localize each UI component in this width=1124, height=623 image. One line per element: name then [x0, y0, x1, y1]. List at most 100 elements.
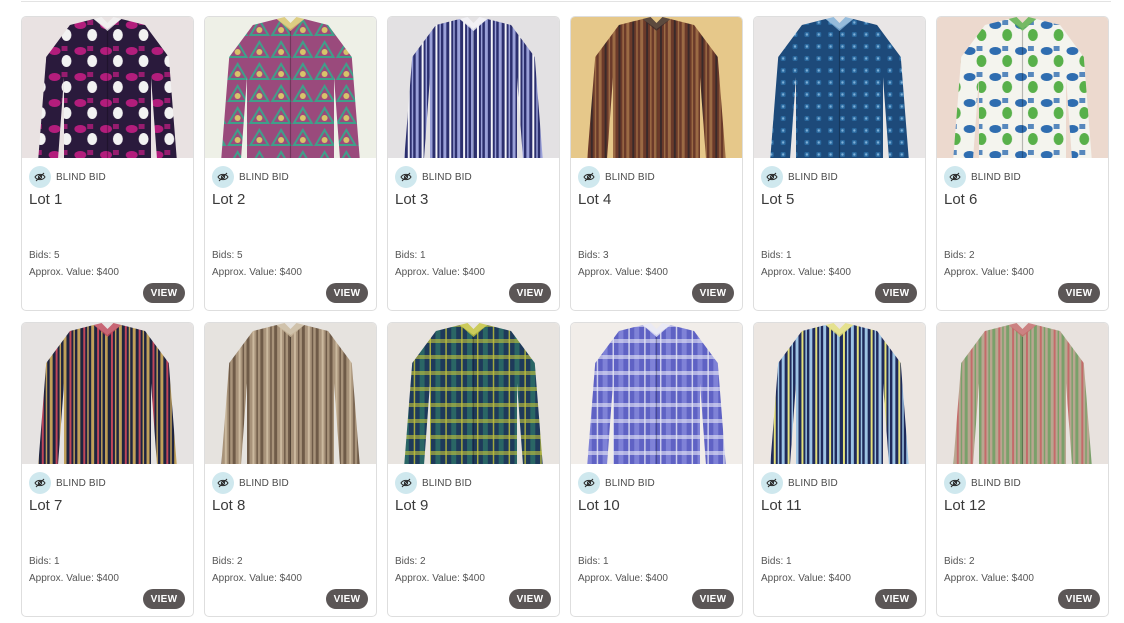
lot-card[interactable]: BLIND BID Lot 9 Bids: 2 Approx. Value: $…	[387, 322, 560, 617]
view-button[interactable]: VIEW	[1058, 283, 1100, 303]
lot-title[interactable]: Lot 2	[212, 191, 245, 208]
approx-value: Approx. Value: $400	[944, 267, 1034, 278]
shirt-illustration	[571, 17, 742, 158]
lot-title[interactable]: Lot 6	[944, 191, 977, 208]
eye-slash-icon	[29, 166, 51, 188]
approx-value: Approx. Value: $400	[578, 573, 668, 584]
lot-image[interactable]	[937, 323, 1108, 464]
lot-title[interactable]: Lot 3	[395, 191, 428, 208]
lot-card[interactable]: BLIND BID Lot 3 Bids: 1 Approx. Value: $…	[387, 16, 560, 311]
lot-title[interactable]: Lot 7	[29, 497, 62, 514]
bid-count: Bids: 2	[212, 556, 243, 567]
top-divider	[21, 1, 1111, 2]
lot-card[interactable]: BLIND BID Lot 11 Bids: 1 Approx. Value: …	[753, 322, 926, 617]
lot-card[interactable]: BLIND BID Lot 1 Bids: 5 Approx. Value: $…	[21, 16, 194, 311]
lot-image[interactable]	[205, 17, 376, 158]
approx-value: Approx. Value: $400	[29, 573, 119, 584]
lot-title[interactable]: Lot 10	[578, 497, 620, 514]
lot-title[interactable]: Lot 4	[578, 191, 611, 208]
bid-count: Bids: 1	[395, 250, 426, 261]
approx-value: Approx. Value: $400	[395, 573, 485, 584]
shirt-illustration	[205, 17, 376, 158]
lot-title[interactable]: Lot 1	[29, 191, 62, 208]
approx-value: Approx. Value: $400	[944, 573, 1034, 584]
lot-title[interactable]: Lot 8	[212, 497, 245, 514]
eye-slash-icon	[29, 472, 51, 494]
approx-value: Approx. Value: $400	[761, 573, 851, 584]
lot-card[interactable]: BLIND BID Lot 10 Bids: 1 Approx. Value: …	[570, 322, 743, 617]
blind-bid-badge: BLIND BID	[212, 166, 289, 188]
approx-value: Approx. Value: $400	[395, 267, 485, 278]
lot-image[interactable]	[571, 323, 742, 464]
lot-card[interactable]: BLIND BID Lot 4 Bids: 3 Approx. Value: $…	[570, 16, 743, 311]
lot-image[interactable]	[754, 323, 925, 464]
approx-value: Approx. Value: $400	[212, 573, 302, 584]
eye-slash-icon	[212, 166, 234, 188]
lot-card[interactable]: BLIND BID Lot 2 Bids: 5 Approx. Value: $…	[204, 16, 377, 311]
lot-image[interactable]	[754, 17, 925, 158]
badge-label: BLIND BID	[422, 477, 472, 489]
eye-slash-icon	[395, 472, 417, 494]
view-button[interactable]: VIEW	[143, 589, 185, 609]
lot-image[interactable]	[205, 323, 376, 464]
lot-card[interactable]: BLIND BID Lot 8 Bids: 2 Approx. Value: $…	[204, 322, 377, 617]
view-button[interactable]: VIEW	[692, 283, 734, 303]
lot-image[interactable]	[22, 17, 193, 158]
eye-slash-icon	[212, 472, 234, 494]
bid-count: Bids: 1	[761, 556, 792, 567]
badge-label: BLIND BID	[788, 477, 838, 489]
approx-value: Approx. Value: $400	[578, 267, 668, 278]
view-button[interactable]: VIEW	[326, 589, 368, 609]
bid-count: Bids: 1	[578, 556, 609, 567]
lot-card[interactable]: BLIND BID Lot 12 Bids: 2 Approx. Value: …	[936, 322, 1109, 617]
view-button[interactable]: VIEW	[509, 283, 551, 303]
blind-bid-badge: BLIND BID	[761, 472, 838, 494]
lot-card[interactable]: BLIND BID Lot 5 Bids: 1 Approx. Value: $…	[753, 16, 926, 311]
shirt-illustration	[937, 323, 1108, 464]
shirt-illustration	[937, 17, 1108, 158]
bid-count: Bids: 1	[761, 250, 792, 261]
view-button[interactable]: VIEW	[143, 283, 185, 303]
lot-title[interactable]: Lot 12	[944, 497, 986, 514]
lot-title[interactable]: Lot 9	[395, 497, 428, 514]
lot-card[interactable]: BLIND BID Lot 6 Bids: 2 Approx. Value: $…	[936, 16, 1109, 311]
shirt-illustration	[754, 323, 925, 464]
view-button[interactable]: VIEW	[509, 589, 551, 609]
lot-image[interactable]	[22, 323, 193, 464]
shirt-illustration	[388, 323, 559, 464]
shirt-illustration	[754, 17, 925, 158]
badge-label: BLIND BID	[605, 171, 655, 183]
eye-slash-icon	[578, 472, 600, 494]
badge-label: BLIND BID	[605, 477, 655, 489]
lot-title[interactable]: Lot 11	[761, 497, 802, 514]
shirt-illustration	[571, 323, 742, 464]
shirt-illustration	[22, 17, 193, 158]
lot-image[interactable]	[388, 323, 559, 464]
eye-slash-icon	[578, 166, 600, 188]
eye-slash-icon	[944, 472, 966, 494]
view-button[interactable]: VIEW	[875, 589, 917, 609]
bid-count: Bids: 2	[944, 250, 975, 261]
lot-image[interactable]	[388, 17, 559, 158]
blind-bid-badge: BLIND BID	[578, 472, 655, 494]
approx-value: Approx. Value: $400	[29, 267, 119, 278]
blind-bid-badge: BLIND BID	[395, 472, 472, 494]
badge-label: BLIND BID	[56, 171, 106, 183]
eye-slash-icon	[761, 472, 783, 494]
view-button[interactable]: VIEW	[692, 589, 734, 609]
badge-label: BLIND BID	[56, 477, 106, 489]
lot-image[interactable]	[937, 17, 1108, 158]
eye-slash-icon	[944, 166, 966, 188]
badge-label: BLIND BID	[971, 171, 1021, 183]
blind-bid-badge: BLIND BID	[212, 472, 289, 494]
lot-title[interactable]: Lot 5	[761, 191, 794, 208]
badge-label: BLIND BID	[239, 477, 289, 489]
bid-count: Bids: 3	[578, 250, 609, 261]
lot-card[interactable]: BLIND BID Lot 7 Bids: 1 Approx. Value: $…	[21, 322, 194, 617]
view-button[interactable]: VIEW	[326, 283, 368, 303]
view-button[interactable]: VIEW	[875, 283, 917, 303]
view-button[interactable]: VIEW	[1058, 589, 1100, 609]
badge-label: BLIND BID	[788, 171, 838, 183]
approx-value: Approx. Value: $400	[761, 267, 851, 278]
lot-image[interactable]	[571, 17, 742, 158]
